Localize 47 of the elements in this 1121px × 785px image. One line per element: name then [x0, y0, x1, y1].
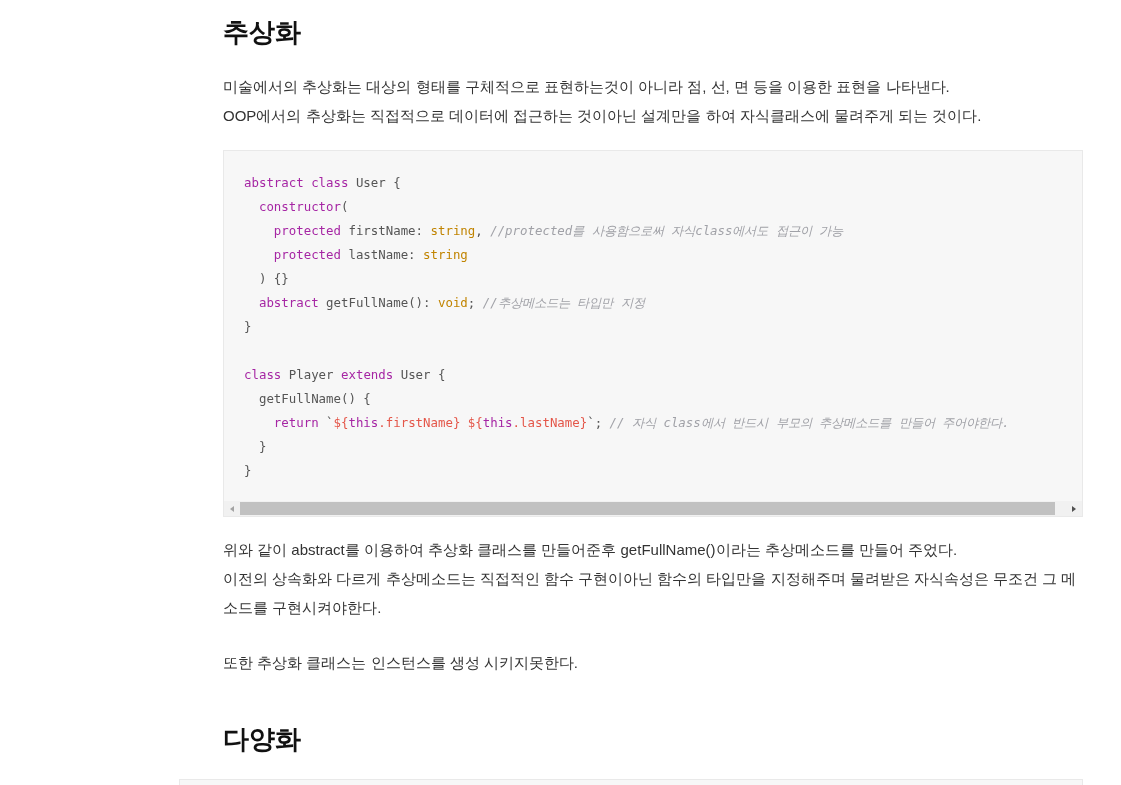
code-comment: // 자식 class에서 반드시 부모의 추상메소드를 만들어 주어야한다. — [609, 415, 1010, 430]
code-token: .firstName} ${ — [378, 415, 483, 430]
code-token: class — [244, 367, 282, 382]
code-token: constructor — [257, 199, 341, 214]
code-token: ; — [467, 295, 477, 310]
code-token: User { — [399, 367, 446, 382]
paragraph-text: OOP에서의 추상화는 직접적으로 데이터에 접근하는 것이아닌 설계만을 하여 자식클래스에 물려주게 되는 것이다. — [223, 106, 983, 126]
code-token: class — [310, 175, 349, 190]
code-token: void — [437, 295, 468, 310]
code-token: extends — [341, 367, 394, 382]
code-token: protected — [272, 223, 341, 238]
code-token: } — [244, 319, 252, 334]
code-token: getFullName(): — [325, 295, 432, 310]
scroll-right-icon[interactable] — [1072, 505, 1076, 512]
code-token: ` — [325, 415, 334, 430]
code-token: User { — [354, 175, 401, 190]
code-token: } — [244, 463, 252, 478]
horizontal-scrollbar[interactable] — [224, 501, 1082, 516]
code-token: firstName: — [347, 223, 425, 238]
code-token: abstract — [257, 295, 319, 310]
code-token: return — [272, 415, 319, 430]
section-heading: 다양화 — [223, 723, 302, 756]
code-comment: //protected를 사용함으로써 자식class에서도 접근이 가능 — [490, 223, 844, 238]
code-token: ( — [341, 199, 349, 214]
scroll-left-icon[interactable] — [230, 505, 234, 512]
code-token: string — [423, 247, 468, 262]
code-token: protected — [272, 247, 341, 262]
code-token: } — [257, 439, 267, 454]
section-heading: 추상화 — [223, 16, 302, 49]
paragraph-text: 위와 같이 abstract를 이용하여 추상화 클래스를 만들어준후 getFullName()이라는 추상메소드를 만들어 주었다. — [223, 540, 959, 560]
code-comment: //추상메소드는 타입만 지정 — [482, 295, 645, 310]
code-token: abstract — [244, 175, 304, 190]
paragraph-text: 이전의 상속화와 다르게 추상메소드는 직접적인 함수 구현이아닌 함수의 타입만을 지정해주며 물려받은 자식속성은 무조건 그 메소드를 구현시켜야한다. — [223, 569, 1078, 618]
code-token: ) {} — [257, 271, 289, 286]
code-token: `; — [587, 415, 604, 430]
code-token: this — [482, 415, 513, 430]
code-token: getFullName() { — [257, 391, 371, 406]
code-token: this — [348, 415, 379, 430]
code-token: Player — [287, 367, 335, 382]
code-token: , — [475, 223, 484, 238]
code-token: lastName: — [347, 247, 417, 262]
scrollbar-thumb[interactable] — [240, 502, 1055, 515]
code-token: string — [430, 223, 476, 238]
code-token: .lastName} — [512, 415, 588, 430]
code-token: ${ — [333, 415, 349, 430]
paragraph-text: 또한 추상화 클래스는 인스턴스를 생성 시키지못한다. — [223, 653, 579, 673]
paragraph-text: 미술에서의 추상화는 대상의 형태를 구체적으로 표현하는것이 아니라 점, 선, 면 등을 이용한 표현을 나타낸다. — [223, 77, 951, 97]
